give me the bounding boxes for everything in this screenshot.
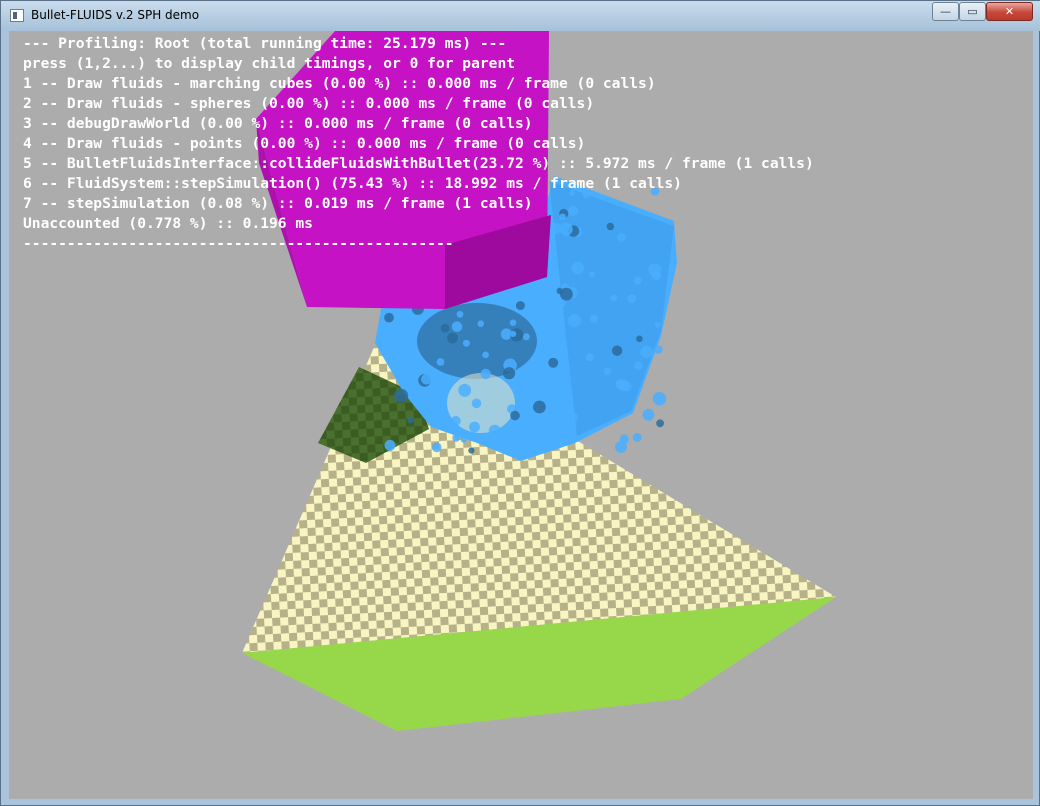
fluid-particle [541, 335, 549, 342]
fluid-particle [460, 436, 467, 443]
app-icon [10, 9, 24, 22]
window-title: Bullet-FLUIDS v.2 SPH demo [31, 8, 200, 22]
fluid-particle [634, 361, 643, 371]
fluid-particle [509, 319, 517, 327]
fluid-particle [652, 392, 667, 406]
fluid-particle [571, 261, 584, 275]
fluid-particle [523, 299, 537, 313]
fluid-particle [640, 345, 653, 359]
fluid-particle [549, 302, 557, 310]
fluid-particle [436, 358, 445, 366]
profiling-line: --- Profiling: Root (total running time:… [23, 35, 507, 52]
maximize-button[interactable]: ▭ [959, 2, 986, 21]
fluid-particle [384, 439, 396, 451]
fluid-particle [611, 345, 623, 356]
fluid-particle [656, 419, 664, 428]
minimize-button[interactable]: — [932, 2, 959, 21]
fluid-particle [522, 367, 535, 380]
profiling-line: 5 -- BulletFluidsInterface::collideFluid… [23, 155, 814, 172]
fluid-particle [636, 335, 643, 343]
fluid-particle [469, 421, 480, 433]
fluid-particle [519, 295, 526, 302]
fluid-particle [525, 382, 536, 394]
fluid-particle [619, 434, 629, 444]
fluid-particle [567, 314, 582, 328]
fluid-particle [654, 321, 661, 328]
fluid-particle [451, 321, 463, 333]
fluid-particle [421, 373, 432, 385]
fluid-particle [627, 294, 637, 304]
fluid-particle [632, 433, 642, 442]
title-bar[interactable]: Bullet-FLUIDS v.2 SPH demo — ▭ ✕ [1, 1, 1040, 31]
fluid-particle [503, 367, 516, 380]
profiling-line: 2 -- Draw fluids - spheres (0.00 %) :: 0… [23, 95, 595, 112]
profiling-line: 1 -- Draw fluids - marching cubes (0.00 … [23, 75, 656, 92]
fluid-particle [431, 392, 442, 404]
fluid-particle [648, 263, 662, 277]
fluid-particle [452, 433, 461, 442]
fluid-particle [560, 287, 573, 301]
fluid-particle [536, 442, 548, 454]
fluid-particle [642, 408, 655, 421]
fluid-particle [548, 357, 559, 368]
fluid-particle [391, 331, 404, 344]
fluid-particle [407, 416, 414, 424]
fluid-particle [384, 312, 394, 323]
fluid-particle [468, 447, 475, 454]
fluid-particle [440, 323, 450, 333]
fluid-particle [654, 345, 663, 354]
fluid-particle [511, 378, 520, 388]
fluid-particle [617, 379, 629, 391]
fluid-particle [610, 294, 617, 302]
render-viewport[interactable]: --- Profiling: Root (total running time:… [9, 31, 1033, 799]
fluid-particle [447, 332, 458, 344]
profiling-line: ----------------------------------------… [23, 235, 454, 252]
fluid-particle [477, 320, 485, 328]
profiling-line: press (1,2...) to display child timings,… [23, 55, 516, 72]
close-button[interactable]: ✕ [986, 2, 1033, 21]
profiling-line: Unaccounted (0.778 %) :: 0.196 ms [23, 215, 313, 232]
fluid-particle [471, 398, 482, 409]
fluid-particle [414, 315, 424, 325]
profiling-line: 7 -- stepSimulation (0.08 %) :: 0.019 ms… [23, 195, 533, 212]
fluid-particle [510, 435, 524, 449]
fluid-particle [533, 432, 541, 440]
fluid-particle [462, 339, 470, 347]
fluid-particle [633, 276, 642, 285]
profiling-line: 3 -- debugDrawWorld (0.00 %) :: 0.000 ms… [23, 115, 533, 132]
fluid-particle [588, 271, 596, 278]
application-window: Bullet-FLUIDS v.2 SPH demo — ▭ ✕ --- Pro… [0, 0, 1040, 806]
fluid-particle [510, 330, 517, 337]
fluid-particle [458, 383, 472, 397]
fluid-particle [522, 333, 530, 341]
fluid-particle [515, 301, 525, 311]
fluid-particle [570, 413, 578, 421]
fluid-particle [603, 367, 612, 376]
profiling-overlay: --- Profiling: Root (total running time:… [23, 34, 814, 254]
fluid-particle [450, 416, 461, 426]
fluid-particle [482, 351, 489, 359]
fluid-particle [417, 390, 431, 404]
fluid-particle [585, 353, 594, 362]
fluid-particle [488, 424, 501, 437]
fluid-particle [394, 388, 409, 403]
fluid-particle [590, 315, 598, 323]
fluid-particle [480, 368, 491, 380]
fluid-particle [533, 400, 546, 414]
profiling-line: 6 -- FluidSystem::stepSimulation() (75.4… [23, 175, 682, 192]
profiling-line: 4 -- Draw fluids - points (0.00 %) :: 0.… [23, 135, 586, 152]
fluid-particle [510, 410, 520, 421]
fluid-particle [456, 310, 464, 318]
fluid-particle [431, 442, 442, 453]
